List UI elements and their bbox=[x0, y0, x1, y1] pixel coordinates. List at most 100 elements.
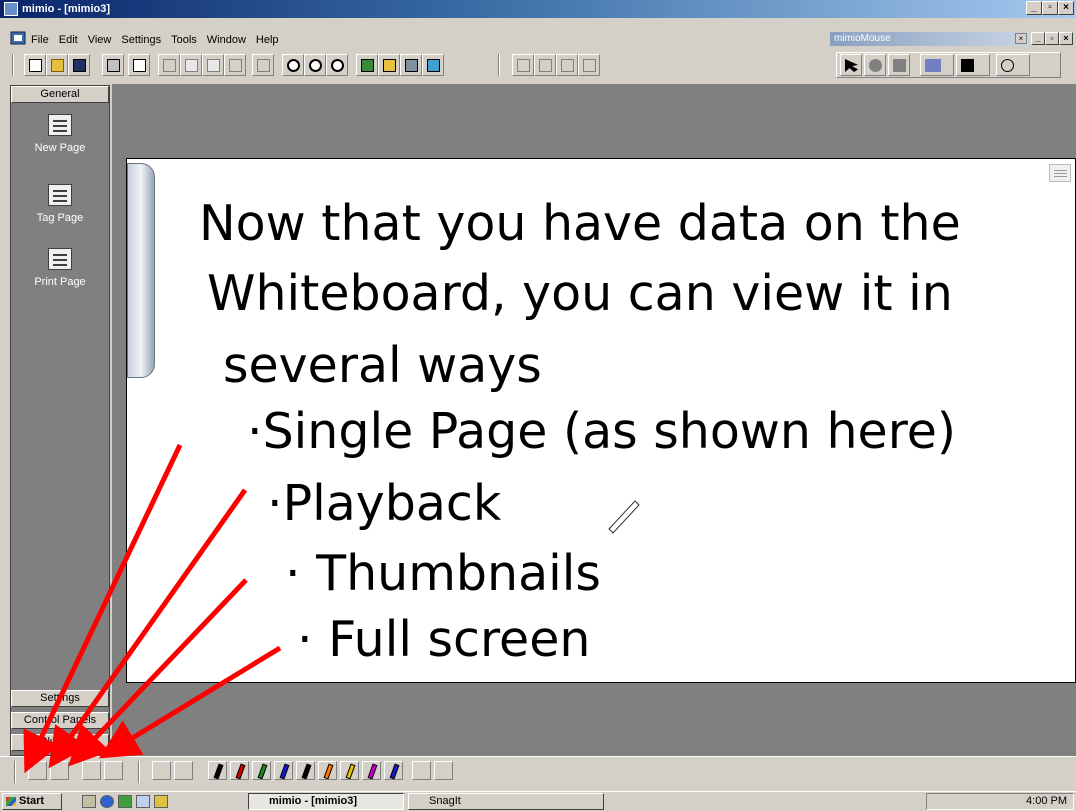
media-icon[interactable] bbox=[118, 795, 132, 808]
image-button[interactable] bbox=[400, 54, 422, 76]
eraser-tool-button[interactable] bbox=[412, 761, 431, 780]
capture-bar-image bbox=[127, 163, 155, 378]
open-folder-button[interactable] bbox=[46, 54, 68, 76]
handwritten-line: Now that you have data on the bbox=[199, 195, 961, 252]
pen-blue-2-button[interactable] bbox=[384, 761, 403, 780]
browser-icon[interactable] bbox=[100, 795, 114, 808]
tool-icon[interactable] bbox=[154, 795, 168, 808]
start-button[interactable]: Start bbox=[2, 793, 62, 810]
clipart-button[interactable] bbox=[422, 54, 444, 76]
sidebar-tab-settings[interactable]: Settings bbox=[11, 690, 109, 707]
handwritten-line: · Thumbnails bbox=[285, 545, 601, 602]
clear-page-button[interactable] bbox=[434, 761, 453, 780]
sidebar-item-new-page[interactable]: New Page bbox=[11, 114, 109, 154]
cut-button[interactable] bbox=[158, 54, 180, 76]
mimio-mouse-title: mimioMouse bbox=[834, 33, 891, 44]
highlight-button[interactable] bbox=[378, 54, 400, 76]
full-screen-view-button[interactable] bbox=[104, 761, 123, 780]
system-tray: 4:00 PM bbox=[926, 793, 1074, 810]
rectangle-button[interactable] bbox=[888, 54, 910, 76]
whiteboard-page[interactable]: Now that you have data on the Whiteboard… bbox=[126, 158, 1076, 683]
sidebar-tab-general[interactable]: General bbox=[11, 86, 109, 103]
pen-green-button[interactable] bbox=[252, 761, 271, 780]
save-button[interactable] bbox=[68, 54, 90, 76]
handwritten-line: several ways bbox=[223, 337, 542, 394]
select-tool-button[interactable] bbox=[152, 761, 171, 780]
new-file-button[interactable] bbox=[24, 54, 46, 76]
menu-view[interactable]: View bbox=[83, 31, 117, 49]
sidebar: General New Page Tag Page Print Page Set… bbox=[10, 85, 110, 756]
zoom-in-button[interactable] bbox=[282, 54, 304, 76]
arrow-cursor-button[interactable] bbox=[840, 54, 862, 76]
handwritten-line: ·Single Page (as shown here) bbox=[247, 403, 957, 460]
next-page-button[interactable] bbox=[556, 54, 578, 76]
app-icon bbox=[4, 2, 18, 16]
lasso-tool-button[interactable] bbox=[174, 761, 193, 780]
page-tag-icon[interactable] bbox=[1049, 164, 1071, 182]
window-title: mimio - [mimio3] bbox=[22, 3, 111, 15]
menu-edit[interactable]: Edit bbox=[54, 31, 83, 49]
zoom-fit-button[interactable] bbox=[326, 54, 348, 76]
pen-black-button[interactable] bbox=[208, 761, 227, 780]
sidebar-item-label: New Page bbox=[34, 142, 86, 154]
toolbar-separator bbox=[12, 54, 14, 76]
single-page-view-button[interactable] bbox=[28, 761, 47, 780]
playback-view-button[interactable] bbox=[50, 761, 69, 780]
handwritten-line: · Full screen bbox=[297, 611, 591, 668]
print-button[interactable] bbox=[102, 54, 124, 76]
copy-button[interactable] bbox=[180, 54, 202, 76]
sidebar-item-label: Tag Page bbox=[36, 212, 84, 224]
pen-black-2-button[interactable] bbox=[296, 761, 315, 780]
pen-magenta-button[interactable] bbox=[362, 761, 381, 780]
menu-tools[interactable]: Tools bbox=[166, 31, 202, 49]
eraser-button[interactable] bbox=[864, 54, 886, 76]
doc-close-button[interactable]: × bbox=[1059, 32, 1073, 45]
sidebar-item-print-page[interactable]: Print Page bbox=[11, 248, 109, 288]
doc-restore-button[interactable]: ▫ bbox=[1045, 32, 1059, 45]
desktop-icon[interactable] bbox=[82, 795, 96, 808]
menu-window[interactable]: Window bbox=[202, 31, 251, 49]
last-page-button[interactable] bbox=[578, 54, 600, 76]
pen-tool-button[interactable] bbox=[252, 54, 274, 76]
tag-page-icon bbox=[48, 184, 72, 206]
task-snagit[interactable]: SnagIt bbox=[408, 793, 604, 810]
sidebar-item-tag-page[interactable]: Tag Page bbox=[11, 184, 109, 224]
pen-yellow-button[interactable] bbox=[340, 761, 359, 780]
close-button[interactable]: × bbox=[1058, 1, 1074, 15]
handwritten-line: Whiteboard, you can view it in bbox=[207, 265, 953, 322]
sidebar-item-label: Print Page bbox=[34, 276, 86, 288]
title-bar: mimio - [mimio3] _ ▫ × bbox=[0, 0, 1076, 18]
menu-file[interactable]: File bbox=[26, 31, 54, 49]
color-dropdown[interactable] bbox=[956, 54, 990, 76]
text-recognition-button[interactable] bbox=[356, 54, 378, 76]
sidebar-tab-plug-ins[interactable]: Plug-ins bbox=[11, 734, 109, 751]
pen-orange-button[interactable] bbox=[318, 761, 337, 780]
pen-blue-button[interactable] bbox=[274, 761, 293, 780]
zoom-out-button[interactable] bbox=[304, 54, 326, 76]
pen-red-button[interactable] bbox=[230, 761, 249, 780]
search-icon[interactable] bbox=[136, 795, 150, 808]
print-preview-button[interactable] bbox=[128, 54, 150, 76]
previous-page-button[interactable] bbox=[534, 54, 556, 76]
task-mimio[interactable]: mimio - [mimio3] bbox=[248, 793, 404, 810]
delete-button[interactable] bbox=[224, 54, 246, 76]
print-icon bbox=[48, 248, 72, 270]
menu-help[interactable]: Help bbox=[251, 31, 284, 49]
thumbnails-view-button[interactable] bbox=[82, 761, 101, 780]
settings-dropdown[interactable] bbox=[996, 54, 1030, 76]
first-page-button[interactable] bbox=[512, 54, 534, 76]
doc-minimize-button[interactable]: _ bbox=[1031, 32, 1045, 45]
menu-settings[interactable]: Settings bbox=[116, 31, 166, 49]
toolbar-separator bbox=[14, 761, 16, 783]
maximize-button[interactable]: ▫ bbox=[1042, 1, 1058, 15]
pen-style-dropdown[interactable] bbox=[920, 54, 954, 76]
handwritten-line: ·Playback bbox=[267, 475, 502, 532]
pen-cursor-icon bbox=[608, 500, 640, 534]
paste-button[interactable] bbox=[202, 54, 224, 76]
sidebar-tab-control-panels[interactable]: Control Panels bbox=[11, 712, 109, 729]
clock[interactable]: 4:00 PM bbox=[1026, 795, 1067, 807]
mimio-mouse-close-button[interactable]: × bbox=[1015, 33, 1027, 44]
minimize-button[interactable]: _ bbox=[1026, 1, 1042, 15]
mimio-mouse-titlebar: mimioMouse × bbox=[830, 32, 1030, 46]
new-page-icon bbox=[48, 114, 72, 136]
